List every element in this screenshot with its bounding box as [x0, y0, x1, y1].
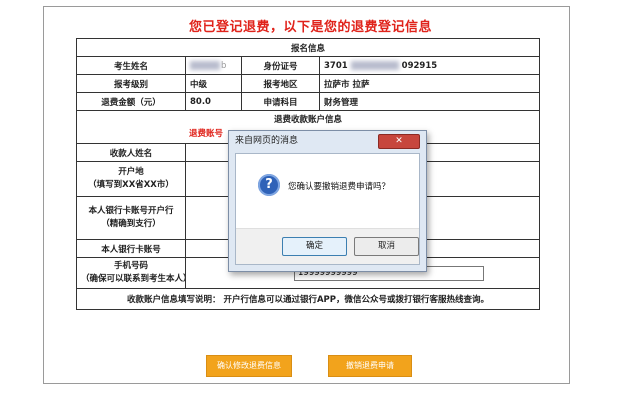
- phone-label: 手机号码 （确保可以联系到考生本人）: [76, 257, 186, 289]
- region-value: 拉萨市 拉萨: [318, 74, 541, 93]
- dialog-message: 您确认要撤销退费申请吗？: [288, 182, 391, 192]
- cancel-button[interactable]: 取消: [354, 237, 419, 256]
- subject-label: 申请科目: [241, 92, 320, 111]
- name-value: b: [185, 56, 242, 75]
- payee-label: 收款人姓名: [76, 143, 186, 162]
- confirm-modify-button[interactable]: 确认修改退费信息: [206, 355, 292, 377]
- cancel-refund-button[interactable]: 撤销退费申请: [328, 355, 412, 377]
- dialog-footer: 确定 取消: [236, 228, 419, 264]
- ok-button[interactable]: 确定: [282, 237, 347, 256]
- redacted-id: [350, 60, 399, 70]
- redacted-name: [190, 60, 220, 70]
- dialog-body: ? 您确认要撤销退费申请吗？ 确定 取消: [235, 153, 420, 265]
- amount-value: 80.0: [185, 92, 242, 111]
- bank-branch-label: 本人银行卡账号开户行 （精确到支行）: [76, 196, 186, 240]
- bank-location-label: 开户地 （填写到XX省XX市）: [76, 161, 186, 197]
- confirm-dialog: 来自网页的消息 ✕ ? 您确认要撤销退费申请吗？ 确定 取消: [228, 130, 427, 272]
- card-number-label: 本人银行卡账号: [76, 239, 186, 258]
- id-label: 身份证号: [241, 56, 320, 75]
- close-icon[interactable]: ✕: [378, 134, 420, 149]
- account-note: 收款账户信息填写说明： 开户行信息可以通过银行APP，微信公众号或拨打银行客服热…: [75, 288, 541, 310]
- id-value: 3701 092915: [318, 56, 541, 75]
- refund-account-label: 退费账号: [189, 129, 224, 139]
- region-label: 报考地区: [241, 74, 320, 93]
- amount-label: 退费金额（元）: [76, 92, 186, 111]
- section-registration: 报名信息: [75, 38, 541, 57]
- name-label: 考生姓名: [76, 56, 186, 75]
- page-title: 您已登记退费，以下是您的退费登记信息: [188, 20, 432, 35]
- level-value: 中级: [185, 74, 242, 93]
- question-icon: ?: [258, 174, 280, 196]
- level-label: 报考级别: [76, 74, 186, 93]
- section-account-title: 退费收款账户信息: [274, 115, 343, 125]
- subject-value: 财务管理: [318, 92, 541, 111]
